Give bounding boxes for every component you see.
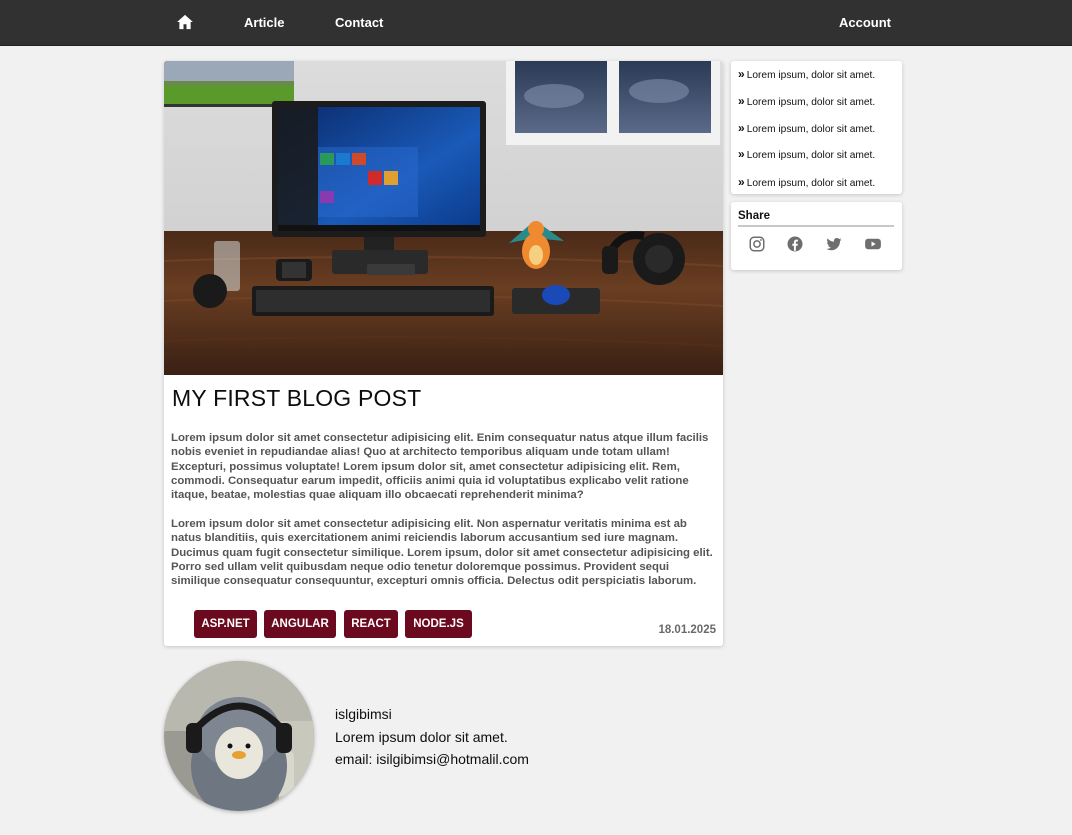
nav-contact-link[interactable]: Contact [335, 15, 383, 30]
share-card: Share [731, 202, 902, 270]
post-title: MY FIRST BLOG POST [172, 385, 422, 411]
tag-react[interactable]: REACT [344, 610, 398, 638]
sidebar-link-5[interactable]: » Lorem ipsum, dolor sit amet. [738, 175, 875, 189]
blog-post-card: MY FIRST BLOG POST Lorem ipsum dolor sit… [164, 61, 723, 646]
post-paragraph-2: Lorem ipsum dolor sit amet consectetur a… [171, 518, 713, 588]
chevron-right-icon: » [738, 94, 745, 108]
sidebar-link-1[interactable]: » Lorem ipsum, dolor sit amet. [738, 67, 875, 81]
home-icon[interactable] [176, 13, 194, 31]
post-paragraph-1: Lorem ipsum dolor sit amet consectetur a… [171, 432, 709, 502]
profile-username: islgibimsi [335, 706, 392, 722]
tag-nodejs[interactable]: NODE.JS [405, 610, 472, 638]
sidebar-link-label: Lorem ipsum, dolor sit amet. [746, 97, 876, 108]
nav-account-link[interactable]: Account [839, 15, 891, 30]
chevron-right-icon: » [738, 121, 745, 135]
top-navbar: Article Contact Account [0, 0, 1072, 46]
post-hero-image [164, 61, 723, 375]
sidebar-link-label: Lorem ipsum, dolor sit amet. [746, 178, 876, 189]
chevron-right-icon: » [738, 147, 745, 161]
sidebar-link-3[interactable]: » Lorem ipsum, dolor sit amet. [738, 121, 875, 135]
post-date: 18.01.2025 [658, 624, 716, 636]
sidebar-link-label: Lorem ipsum, dolor sit amet. [746, 124, 876, 135]
sidebar-link-label: Lorem ipsum, dolor sit amet. [746, 70, 876, 81]
sidebar-links-card: » Lorem ipsum, dolor sit amet. » Lorem ips… [731, 61, 902, 194]
profile-bio: Lorem ipsum dolor sit amet. [335, 729, 508, 745]
share-title: Share [738, 210, 770, 222]
tag-aspnet[interactable]: ASP.NET [194, 610, 257, 638]
chevron-right-icon: » [738, 175, 745, 189]
tag-angular[interactable]: ANGULAR [264, 610, 336, 638]
twitter-icon[interactable] [825, 235, 843, 253]
profile-avatar [164, 661, 314, 811]
sidebar-link-4[interactable]: » Lorem ipsum, dolor sit amet. [738, 147, 875, 161]
sidebar-link-2[interactable]: » Lorem ipsum, dolor sit amet. [738, 94, 875, 108]
youtube-icon[interactable] [864, 235, 882, 253]
facebook-icon[interactable] [786, 235, 804, 253]
profile-email: email: isilgibimsi@hotmalil.com [335, 751, 529, 767]
share-divider [738, 225, 894, 227]
nav-article-link[interactable]: Article [244, 15, 284, 30]
sidebar-link-label: Lorem ipsum, dolor sit amet. [746, 150, 876, 161]
chevron-right-icon: » [738, 67, 745, 81]
instagram-icon[interactable] [748, 235, 766, 253]
